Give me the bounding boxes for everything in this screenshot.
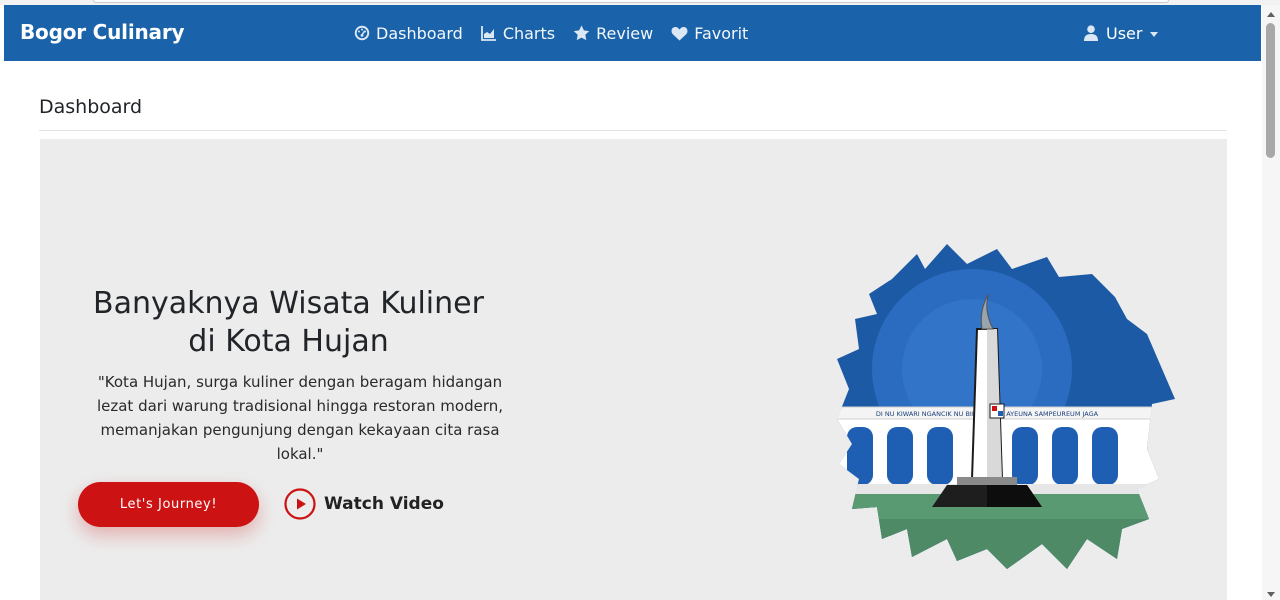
star-icon (573, 25, 590, 41)
nav-item-charts[interactable]: Charts (480, 23, 556, 43)
scroll-up-arrow-icon[interactable] (1267, 12, 1275, 17)
nav-item-favorit[interactable]: Favorit (671, 24, 748, 43)
nav-item-label: Dashboard (376, 23, 463, 43)
brand-logo-text[interactable]: Bogor Culinary (20, 20, 185, 44)
browser-address-edge (93, 0, 1169, 3)
nav-item-label: Review (596, 23, 654, 43)
main-nav: Dashboard Charts Review Favorit (354, 5, 766, 61)
hero-description: "Kota Hujan, surga kuliner dengan beraga… (96, 373, 504, 463)
top-navbar: Bogor Culinary Dashboard Charts Review F… (4, 5, 1261, 61)
hero-heading: Banyaknya Wisata Kuliner di Kota Hujan (70, 285, 507, 361)
hero-section: Banyaknya Wisata Kuliner di Kota Hujan "… (40, 139, 1227, 600)
nav-item-label: Charts (502, 23, 556, 43)
watch-video-link[interactable]: Watch Video (284, 488, 444, 520)
scroll-thumb[interactable] (1266, 23, 1275, 158)
scroll-down-arrow-icon[interactable] (1267, 592, 1275, 597)
heart-icon (671, 26, 688, 40)
user-dropdown[interactable]: User (1084, 5, 1159, 61)
watch-video-label: Watch Video (324, 494, 444, 514)
browser-viewport: Bogor Culinary Dashboard Charts Review F… (0, 0, 1280, 600)
vertical-scrollbar[interactable] (1262, 5, 1280, 600)
nav-item-review[interactable]: Review (573, 24, 653, 43)
hero-heading-line-2: di Kota Hujan (188, 324, 389, 359)
lets-journey-button[interactable]: Let's Journey! (78, 482, 259, 527)
play-circle-icon (284, 488, 316, 520)
hero-heading-line-1: Banyaknya Wisata Kuliner (93, 286, 484, 321)
nav-item-label: Favorit (694, 23, 749, 43)
nav-item-dashboard[interactable]: Dashboard (354, 24, 463, 43)
area-chart-icon (480, 26, 496, 41)
user-icon (1084, 25, 1098, 41)
title-divider (39, 130, 1227, 131)
tugu-kujang-monument-illustration: DI NU KIWARI NGANCIK NU BIHARI SEJA AYEU… (837, 244, 1175, 569)
dashboard-gauge-icon (354, 25, 370, 41)
chevron-down-icon (1150, 31, 1159, 37)
page-title: Dashboard (39, 96, 143, 118)
user-label: User (1106, 23, 1143, 43)
